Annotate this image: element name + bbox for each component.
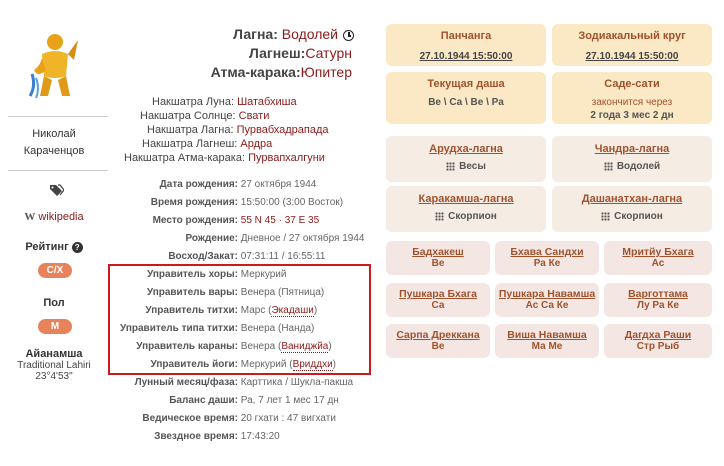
divider <box>8 170 108 171</box>
profile-avatar <box>28 30 82 102</box>
info-sunrise-sunset: Восход/Закат: 07:31:11 / 16:55:11 <box>168 251 326 262</box>
atmakaraka-row: Атма-карака:Юпитер <box>210 64 352 80</box>
info-birth-time: Время рождения: 15:50:00 (3:00 Восток) <box>150 197 344 208</box>
nakshatra-link[interactable]: Свати <box>239 110 270 122</box>
nakshatra-link[interactable]: Шатабхиша <box>237 96 297 108</box>
mrityu-bhaga-card[interactable]: Мритйу Бхага Ас <box>604 241 712 275</box>
zodiac-datetime-link[interactable]: 27.10.1944 15:50:00 <box>552 51 712 62</box>
info-birth-type: Рождение: Дневное / 27 октября 1944 <box>185 233 365 244</box>
highlight-box <box>108 264 371 375</box>
tags-icon[interactable] <box>50 184 65 199</box>
bhava-sandhi-card[interactable]: Бхава Сандхи Ра Ке <box>495 241 599 275</box>
nakshatra-link[interactable]: Ардра <box>240 138 272 150</box>
arudha-lagna-card[interactable]: Арудха-лагна Весы <box>386 136 546 182</box>
lagna-value[interactable]: Водолей <box>282 26 338 42</box>
birth-place-link[interactable]: 55 N 45 · 37 E 35 <box>241 215 319 226</box>
person-name-first: Николай <box>32 128 76 140</box>
current-dasha-card[interactable]: Текущая даша Ве \ Са \ Ве \ Ра <box>386 72 546 124</box>
lagnesh-row: Лагнеш:Сатурн <box>248 45 352 61</box>
dagdha-rashi-card[interactable]: Дагдха Раши Стр Рыб <box>604 324 712 358</box>
divider <box>8 116 108 117</box>
sadesati-card[interactable]: Саде-сати закончится через 2 года 3 мес … <box>552 72 712 124</box>
atmakaraka-value[interactable]: Юпитер <box>301 64 352 80</box>
ayanamsha-block: Айанамша Traditional Lahiri 23°4'53" <box>0 348 108 383</box>
person-name-last: Караченцов <box>23 145 85 157</box>
info-vedic-time: Ведическое время: 20 гхати : 47 вигхати <box>142 413 336 424</box>
wikipedia-icon: W <box>24 211 36 223</box>
lagna-row: Лагна: Водолей <box>233 26 354 42</box>
wikipedia-label: wikipedia <box>38 211 84 223</box>
chandra-lagna-card[interactable]: Чандра-лагна Водолей <box>552 136 712 182</box>
nakshatra-row: Накшатра Лагна: Пурвабхадрапада <box>147 124 329 136</box>
pushkara-bhaga-card[interactable]: Пушкара Бхага Са <box>386 283 490 317</box>
pushkara-navamsha-card[interactable]: Пушкара Навамша Ас Са Ке <box>495 283 599 317</box>
zodiac-card[interactable]: Зодиакальный круг 27.10.1944 15:50:00 <box>552 24 712 66</box>
ayanamsha-value: 23°4'53" <box>35 371 73 382</box>
sex-badge: М <box>38 319 72 334</box>
panchanga-card[interactable]: Панчанга 27.10.1944 15:50:00 <box>386 24 546 66</box>
ayanamsha-title: Айанамша <box>25 348 83 360</box>
rating-badge: C/X <box>38 263 72 278</box>
clock-icon[interactable] <box>343 29 354 41</box>
info-sidereal-time: Звездное время: 17:43:20 <box>154 431 280 442</box>
vargottama-card[interactable]: Варготтама Лу Ра Ке <box>604 283 712 317</box>
chart-grid-icon <box>435 211 445 221</box>
info-birth-place: Место рождения: 55 N 45 · 37 E 35 <box>152 215 320 226</box>
ayanamsha-system: Traditional Lahiri <box>17 360 91 371</box>
nakshatra-row: Накшатра Атма-карака: Пурвапхалгуни <box>124 152 325 164</box>
karakamsha-lagna-card[interactable]: Каракамша-лагна Скорпион <box>386 186 546 232</box>
chart-grid-icon <box>603 161 613 171</box>
nakshatra-row: Накшатра Лагнеш: Ардра <box>142 138 273 150</box>
visha-navamsha-card[interactable]: Виша Навамша Ма Ме <box>495 324 599 358</box>
help-icon[interactable]: ? <box>71 241 83 253</box>
sex-label: Пол <box>43 297 65 309</box>
rating-label: Рейтинг? <box>0 241 108 253</box>
info-dasha-balance: Баланс даши: Ра, 7 лет 1 мес 17 дн <box>169 395 339 406</box>
lagnesh-value[interactable]: Сатурн <box>305 45 352 61</box>
sarpa-drekkana-card[interactable]: Сарпа Дреккана Ве <box>386 324 490 358</box>
nakshatra-row: Накшатра Солнце: Свати <box>140 110 270 122</box>
nakshatra-link[interactable]: Пурвапхалгуни <box>248 152 325 164</box>
nakshatra-link[interactable]: Пурвабхадрапада <box>237 124 329 136</box>
panchanga-datetime-link[interactable]: 27.10.1944 15:50:00 <box>386 51 546 62</box>
info-lunar-month: Лунный месяц/фаза: Карттика / Шукла-пакш… <box>134 377 354 388</box>
nakshatra-row: Накшатра Луна: Шатабхиша <box>152 96 297 108</box>
chart-grid-icon <box>601 211 611 221</box>
wikipedia-link[interactable]: Wwikipedia <box>0 211 108 223</box>
info-birth-date: Дата рождения: 27 октября 1944 <box>159 179 317 190</box>
chart-grid-icon <box>446 161 456 171</box>
dashanatkhan-lagna-card[interactable]: Дашанатхан-лагна Скорпион <box>552 186 712 232</box>
badhakesh-card[interactable]: Бадхакеш Ве <box>386 241 490 275</box>
